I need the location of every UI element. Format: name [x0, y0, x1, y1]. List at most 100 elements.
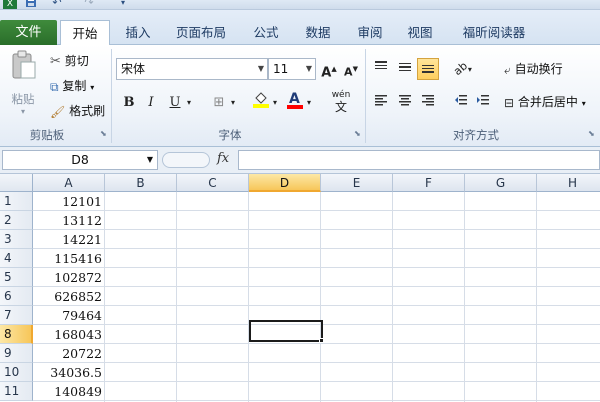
increase-indent-icon[interactable]	[472, 92, 494, 114]
grid-column-line	[464, 192, 465, 402]
tab-data[interactable]: 数据	[296, 20, 340, 45]
row-header-7[interactable]: 7	[0, 306, 33, 325]
row-header-1[interactable]: 1	[0, 192, 33, 211]
shrink-font-button[interactable]: A▼	[340, 58, 362, 80]
cell-a4[interactable]: 115416	[33, 249, 105, 268]
tab-view[interactable]: 视图	[398, 20, 442, 45]
tab-foxit-reader[interactable]: 福昕阅读器	[454, 20, 534, 45]
column-header-f[interactable]: F	[393, 174, 465, 192]
row-header-9[interactable]: 9	[0, 344, 33, 363]
orientation-icon[interactable]: ab▾	[450, 58, 476, 80]
cell-a10[interactable]: 34036.5	[33, 363, 105, 382]
decrease-indent-icon[interactable]	[450, 92, 472, 114]
tab-home[interactable]: 开始	[60, 20, 110, 46]
name-box[interactable]: D8 ▼	[2, 150, 158, 170]
column-header-d[interactable]: D	[249, 174, 321, 192]
formula-bar: D8 ▼ fx	[0, 147, 600, 174]
align-right-icon[interactable]	[417, 92, 439, 114]
save-icon[interactable]	[24, 0, 38, 10]
font-name-select[interactable]: 宋体 ▼	[116, 58, 268, 80]
customize-icon[interactable]: ▾	[116, 0, 130, 10]
font-size-value: 11	[273, 62, 289, 76]
paste-label: 粘贴	[11, 92, 35, 106]
column-header-h[interactable]: H	[537, 174, 600, 192]
borders-dropdown-icon[interactable]: ▾	[228, 92, 238, 114]
align-top-icon[interactable]	[370, 58, 392, 80]
copy-dropdown-icon[interactable]: ▾	[90, 83, 94, 92]
column-header-c[interactable]: C	[177, 174, 249, 192]
copy-button[interactable]: ⧉ 复制 ▾	[50, 76, 94, 96]
excel-logo-icon[interactable]: X	[3, 0, 17, 9]
fill-color-dropdown-icon[interactable]: ▾	[270, 92, 280, 114]
align-center-icon[interactable]	[394, 92, 416, 114]
cell-a2[interactable]: 13112	[33, 211, 105, 230]
fill-color-button[interactable]	[250, 90, 272, 112]
grid-row-line	[33, 210, 600, 211]
merge-center-button[interactable]: ⊟ 合并后居中 ▾	[504, 92, 586, 112]
paste-button[interactable]: 粘贴 ▾	[6, 50, 40, 120]
font-launcher-icon[interactable]: ⬊	[354, 129, 361, 138]
font-size-select[interactable]: 11 ▼	[268, 58, 316, 80]
redo-icon[interactable]: ↷	[82, 0, 96, 10]
row-header-6[interactable]: 6	[0, 287, 33, 306]
align-middle-icon[interactable]	[394, 58, 416, 80]
column-header-g[interactable]: G	[465, 174, 537, 192]
cell-a8[interactable]: 168043	[33, 325, 105, 344]
tab-formulas[interactable]: 公式	[244, 20, 288, 45]
paste-dropdown-icon[interactable]: ▾	[6, 107, 40, 116]
copy-label: 复制	[62, 79, 87, 93]
row-header-10[interactable]: 10	[0, 363, 33, 382]
font-color-dropdown-icon[interactable]: ▾	[304, 92, 314, 114]
shrink-arrow-icon: ▼	[352, 65, 358, 73]
cell-a11[interactable]: 140849	[33, 382, 105, 401]
cut-button[interactable]: ✂ 剪切	[50, 51, 89, 71]
font-color-button[interactable]: A	[284, 90, 306, 112]
grid-row-line	[33, 305, 600, 306]
undo-icon[interactable]: ↶	[50, 0, 64, 10]
format-painter-button[interactable]: 🖌 格式刷	[50, 101, 105, 121]
italic-button[interactable]: I	[140, 92, 162, 114]
clipboard-launcher-icon[interactable]: ⬊	[100, 129, 107, 138]
column-header-a[interactable]: A	[33, 174, 105, 192]
underline-dropdown-icon[interactable]: ▾	[184, 92, 194, 114]
row-header-5[interactable]: 5	[0, 268, 33, 287]
formula-bar-expander[interactable]	[162, 152, 210, 168]
alignment-launcher-icon[interactable]: ⬊	[588, 129, 595, 138]
align-bottom-icon[interactable]	[417, 58, 439, 80]
column-header-b[interactable]: B	[105, 174, 177, 192]
borders-icon[interactable]: ⊞	[208, 92, 230, 114]
tab-review[interactable]: 审阅	[348, 20, 392, 45]
ribbon: 粘贴 ▾ ✂ 剪切 ⧉ 复制 ▾ 🖌 格式刷 剪贴板 ⬊ 宋体 ▼ 11 ▼ A…	[0, 45, 600, 147]
tab-insert[interactable]: 插入	[116, 20, 160, 45]
row-header-11[interactable]: 11	[0, 382, 33, 401]
tab-page-layout[interactable]: 页面布局	[168, 20, 234, 45]
phonetic-guide-button[interactable]: wén 文	[328, 89, 354, 117]
tab-file[interactable]: 文件	[0, 20, 57, 45]
chevron-down-icon: ▼	[146, 155, 153, 164]
cell-a3[interactable]: 14221	[33, 230, 105, 249]
fill-handle[interactable]	[319, 338, 324, 343]
wrap-text-icon: ⤶	[504, 62, 511, 77]
merge-dropdown-icon[interactable]: ▾	[582, 99, 586, 108]
align-left-icon[interactable]	[370, 92, 392, 114]
row-header-2[interactable]: 2	[0, 211, 33, 230]
spreadsheet-grid[interactable]: ABCDEFGH 1 12101 2 13112 3 14221 4 115416 5 10287…	[0, 174, 600, 402]
grow-font-button[interactable]: A▲	[318, 58, 340, 80]
wrap-text-button[interactable]: ⤶ 自动换行	[504, 59, 563, 79]
row-header-8[interactable]: 8	[0, 325, 33, 344]
merge-center-label: 合并后居中	[517, 95, 578, 109]
column-header-e[interactable]: E	[321, 174, 393, 192]
cell-a1[interactable]: 12101	[33, 192, 105, 211]
cell-a6[interactable]: 626852	[33, 287, 105, 306]
select-all-corner[interactable]	[0, 174, 33, 192]
cell-a9[interactable]: 20722	[33, 344, 105, 363]
cell-a5[interactable]: 102872	[33, 268, 105, 287]
cell-a7[interactable]: 79464	[33, 306, 105, 325]
insert-function-icon[interactable]: fx	[217, 151, 229, 166]
row-header-4[interactable]: 4	[0, 249, 33, 268]
bold-button[interactable]: B	[118, 92, 140, 114]
formula-input[interactable]	[238, 150, 600, 170]
active-cell-d8[interactable]	[249, 320, 323, 342]
underline-button[interactable]: U	[164, 92, 186, 114]
row-header-3[interactable]: 3	[0, 230, 33, 249]
